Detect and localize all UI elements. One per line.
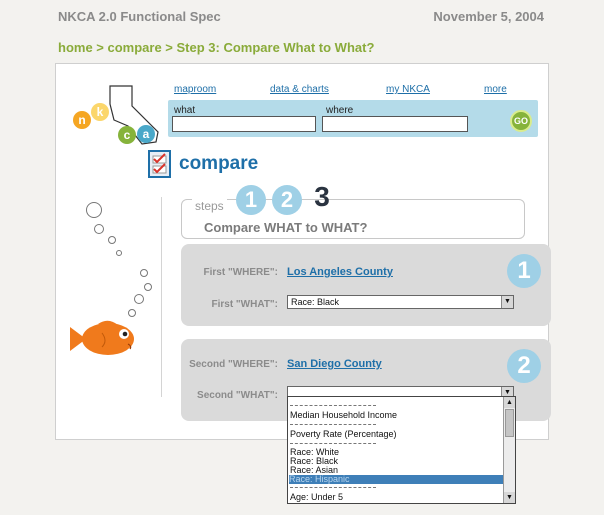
spec-title: NKCA 2.0 Functional Spec: [58, 9, 221, 24]
dropdown-option-highlighted[interactable]: Race: Hispanic: [289, 475, 504, 484]
logo-letter-c: c: [124, 128, 131, 142]
first-what-label: First "WHAT":: [211, 299, 278, 310]
nav-link-more[interactable]: more: [484, 84, 507, 95]
document-header: NKCA 2.0 Functional Spec November 5, 200…: [58, 9, 544, 27]
dropdown-scrollbar[interactable]: ▲ ▼: [503, 397, 515, 503]
nav-link-my-nkca[interactable]: my NKCA: [386, 84, 430, 95]
first-what-value: Race: Black: [291, 297, 340, 307]
step-2[interactable]: 2: [272, 185, 302, 215]
first-number-badge: 1: [507, 254, 541, 288]
first-where-label: First "WHERE":: [203, 267, 278, 278]
where-input[interactable]: [322, 116, 468, 132]
spec-date: November 5, 2004: [433, 9, 544, 24]
bubble-decoration: [86, 202, 102, 218]
scroll-down-icon[interactable]: ▼: [504, 492, 515, 503]
fish-icon: [70, 320, 134, 355]
logo-letter-k: k: [97, 105, 104, 119]
steps-label: steps: [192, 199, 227, 213]
first-where-link[interactable]: Los Angeles County: [287, 266, 393, 278]
scroll-up-icon[interactable]: ▲: [504, 397, 515, 408]
bubble-decoration: [128, 309, 136, 317]
bubble-decoration: [94, 224, 104, 234]
breadcrumb: home > compare > Step 3: Compare What to…: [58, 40, 375, 55]
nav-link-maproom[interactable]: maproom: [174, 84, 216, 95]
divider: [161, 197, 162, 397]
logo-letter-n: n: [78, 113, 85, 127]
what-input[interactable]: [172, 116, 316, 132]
step-1[interactable]: 1: [236, 185, 266, 215]
option-separator: [290, 424, 376, 425]
first-what-select[interactable]: Race: Black ▼: [287, 295, 514, 309]
compare-title: compare: [179, 153, 259, 174]
logo-letter-a: a: [143, 127, 150, 141]
dropdown-option[interactable]: Median Household Income: [290, 411, 504, 420]
option-separator: [290, 487, 376, 488]
what-label: what: [174, 105, 196, 116]
option-separator: [290, 443, 376, 444]
page-mockup: n k c a maproom data & charts my NKCA mo…: [55, 63, 551, 440]
bubble-decoration: [116, 250, 122, 256]
bubble-decoration: [134, 294, 144, 304]
search-bar: what where GO: [168, 100, 538, 137]
option-separator: [290, 405, 376, 406]
bubble-decoration: [144, 283, 152, 291]
top-nav: maproom data & charts my NKCA more: [170, 84, 510, 98]
dropdown-option[interactable]: Age: Under 5: [290, 493, 504, 502]
checklist-icon: [148, 150, 171, 178]
chevron-down-icon[interactable]: ▼: [501, 296, 513, 308]
nav-link-data-charts[interactable]: data & charts: [270, 84, 329, 95]
steps-subtitle: Compare WHAT to WHAT?: [204, 220, 368, 235]
second-where-link[interactable]: San Diego County: [287, 358, 382, 370]
second-what-label: Second "WHAT":: [197, 390, 278, 401]
where-label: where: [326, 105, 354, 116]
second-where-label: Second "WHERE":: [189, 359, 278, 370]
bubble-decoration: [140, 269, 148, 277]
dropdown-option[interactable]: Poverty Rate (Percentage): [290, 430, 504, 439]
steps-box: steps 1 2 3 Compare WHAT to WHAT?: [181, 182, 525, 239]
step-3-active: 3: [314, 181, 330, 212]
second-what-dropdown-list[interactable]: Median Household Income Poverty Rate (Pe…: [287, 396, 516, 504]
nkca-logo[interactable]: n k c a: [70, 80, 165, 150]
first-panel: 1 First "WHERE": Los Angeles County Firs…: [181, 244, 551, 326]
scroll-thumb[interactable]: [505, 409, 514, 437]
bubble-decoration: [108, 236, 116, 244]
second-number-badge: 2: [507, 349, 541, 383]
go-button[interactable]: GO: [510, 110, 532, 132]
